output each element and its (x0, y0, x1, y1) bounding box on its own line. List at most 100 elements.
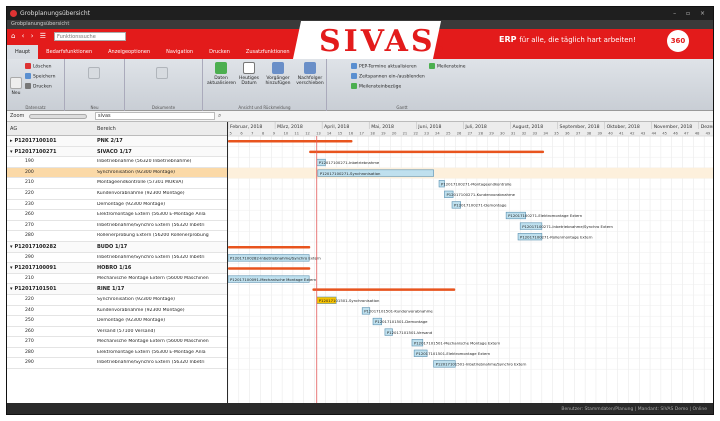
documents-button[interactable] (155, 67, 169, 81)
table-row[interactable]: 290 Inbetriebnahme/Synchro Extern (56320 … (7, 358, 227, 370)
column-header-ag[interactable]: AG (10, 126, 17, 132)
expand-toggle-icon[interactable]: ▸ (10, 138, 13, 144)
week-label: 17 (359, 132, 364, 136)
cell-ag: ▾ P12017100091 (10, 265, 56, 271)
new-label: Neu (11, 91, 21, 96)
gantt-canvas[interactable]: Februar, 2018 März, 2018 April, 2018 Mai, 2… (228, 122, 714, 403)
refresh-button[interactable]: Daten aktualisieren (207, 62, 236, 86)
timespan-toggle-button[interactable]: Zeitspannen ein-/ausblenden (351, 73, 425, 80)
cell-bereich: Kundenvorabnahme (92300 Montage) (97, 307, 185, 313)
ribbon-tab[interactable]: Haupt (7, 45, 39, 59)
table-row[interactable]: 190 Inbetriebnahme (56320 Inbetriebnahme) (7, 157, 227, 168)
table-row[interactable]: 200 Synchronisation (92300 Montage) (7, 167, 227, 179)
group-label: Datensatz (25, 105, 46, 110)
cell-ag: 260 (25, 329, 34, 334)
cell-ag-text: P12017100282 (14, 243, 57, 250)
cell-bereich: Synchronisation (92300 Montage) (97, 296, 175, 302)
cell-ag: 290 (25, 360, 34, 365)
table-row[interactable]: 250 Demontage (92300 Montage) (7, 316, 227, 327)
table-row[interactable]: 280 Rollenerprobung Extern (56200 Rollene… (7, 231, 227, 242)
summary-bar[interactable] (309, 150, 545, 154)
gantt-chart[interactable]: Februar, 2018 März, 2018 April, 2018 Mai, 2… (228, 122, 714, 403)
print-icon (25, 83, 31, 89)
expand-toggle-icon[interactable]: ▾ (10, 265, 13, 271)
group-row[interactable]: ▾ P12017101501 RINE 1/17 (7, 284, 227, 295)
summary-bar[interactable] (228, 140, 353, 143)
cell-ag: 250 (25, 318, 34, 323)
pep-update-button[interactable]: PEP-Termine aktualisieren (351, 63, 417, 70)
ribbon-tab[interactable]: Navigation (158, 45, 201, 59)
table-row[interactable]: 220 Kundenvorabnahme (92300 Montage) (7, 189, 227, 200)
week-label: 48 (695, 132, 700, 136)
today-button[interactable]: Heutiges Datum (235, 62, 263, 86)
ribbon-tab[interactable]: Drucken (201, 45, 238, 59)
table-row[interactable]: 220 Synchronisation (92300 Montage) (7, 295, 227, 306)
search-icon[interactable]: ⌕ (218, 112, 221, 120)
group-row[interactable]: ▾ P12017100271 SIVACO 1/17 (7, 146, 227, 158)
ribbon: Neu Löschen Speichern Drucken Datensatz … (7, 59, 713, 111)
ribbon-tab[interactable]: Bedarfsfunktionen (38, 45, 100, 59)
summary-bar[interactable] (228, 246, 311, 249)
task-bar-label: P12017100271-Montageendkontrolle (441, 181, 512, 186)
cell-ag: ▾ P12017101501 (10, 286, 56, 292)
cell-ag-text: 210 (25, 275, 34, 281)
table-row[interactable]: 230 Demontage (92300 Montage) (7, 200, 227, 211)
function-search-input[interactable]: Funktionssuche (54, 32, 126, 41)
week-label: 7 (251, 132, 253, 136)
month-label: September, 2018 (560, 124, 600, 130)
group-row[interactable]: ▾ P12017100282 BUDO 1/17 (7, 241, 227, 253)
week-label: 29 (489, 132, 494, 136)
expand-toggle-icon[interactable]: ▾ (10, 244, 13, 250)
group-row[interactable]: ▾ P12017100091 HÖBRO 1/16 (7, 263, 227, 274)
status-bar: Benutzer: Stammdaten/Planung | Mandant: … (7, 403, 713, 414)
week-label: 43 (641, 132, 646, 136)
cell-ag-text: P12017101501 (14, 286, 57, 293)
cell-bereich: Inbetriebnahme/Synchro Extern (56320 Inb… (97, 222, 205, 228)
table-row[interactable]: 210 Mechanische Montage Extern (56000 Mas… (7, 274, 227, 285)
quick-access-toolbar[interactable]: ⌂ ‹ › ☰ (11, 32, 48, 40)
week-label: 23 (424, 132, 429, 136)
print-button[interactable]: Drucken (25, 83, 52, 90)
ribbon-tab[interactable]: Anzeigeoptionen (100, 45, 158, 59)
ribbon-tab[interactable]: Zusatzfunktionen (238, 45, 298, 59)
week-label: 20 (392, 132, 397, 136)
week-label: 30 (500, 132, 505, 136)
cell-bereich: Elektromontage Extern (56300 E-Montage A… (97, 212, 206, 218)
week-label: 40 (608, 132, 613, 136)
table-row[interactable]: 210 Montageendkontrolle (57301 MUKVA) (7, 178, 227, 189)
table-row[interactable]: 270 Mechanische Montage Extern (56000 Mas… (7, 337, 227, 348)
table-row[interactable]: 270 Inbetriebnahme/Synchro Extern (56320 … (7, 221, 227, 232)
milestone-refs-button[interactable]: Meilensteinbezüge (351, 83, 401, 90)
expand-toggle-icon[interactable]: ▾ (10, 149, 13, 155)
new-doc-button[interactable] (87, 67, 101, 81)
task-bar-label: P12017101501-Kundenvorabnahme (364, 309, 433, 314)
summary-bar[interactable] (312, 288, 456, 291)
cell-ag-text: P12017100271 (14, 148, 57, 155)
move-successor-button[interactable]: Nachfolger verschieben (295, 62, 325, 86)
grid-search-input[interactable]: sivas (95, 112, 215, 120)
table-row[interactable]: 290 Inbetriebnahme/Synchro Extern (56320 … (7, 253, 227, 264)
timespan-icon (351, 73, 357, 79)
group-row[interactable]: ▸ P12017100101 PNK 2/17 (7, 136, 227, 147)
save-label: Speichern (33, 74, 56, 80)
cell-ag: 190 (25, 159, 34, 164)
week-label: 31 (511, 132, 516, 136)
week-label: 24 (435, 132, 440, 136)
table-row[interactable]: 260 Elektromontage Extern (56300 E-Montag… (7, 210, 227, 221)
window-controls[interactable]: – ▫ × (673, 7, 709, 20)
add-predecessor-button[interactable]: Vorgänger hinzufügen (263, 62, 293, 86)
cell-bereich: BUDO 1/17 (97, 243, 128, 250)
task-bar-label: P12017100271-Rollenmontage Extern (520, 234, 593, 239)
task-bar-label: P12017100271-Inbetriebnahme (319, 160, 380, 165)
expand-toggle-icon[interactable]: ▾ (10, 286, 13, 292)
table-row[interactable]: 240 Kundenvorabnahme (92300 Montage) (7, 306, 227, 317)
table-row[interactable]: 260 Versand (57100 Versand) (7, 327, 227, 338)
summary-bar[interactable] (228, 267, 311, 270)
delete-button[interactable]: Löschen (25, 63, 51, 70)
table-row[interactable]: 280 Elektromontage Extern (56300 E-Montag… (7, 348, 227, 359)
milestones-button[interactable]: Meilensteine (429, 63, 466, 70)
column-header-bereich[interactable]: Bereich (97, 126, 116, 132)
new-button[interactable]: Neu (10, 77, 22, 96)
zoom-slider[interactable] (29, 114, 87, 119)
save-button[interactable]: Speichern (25, 73, 55, 80)
